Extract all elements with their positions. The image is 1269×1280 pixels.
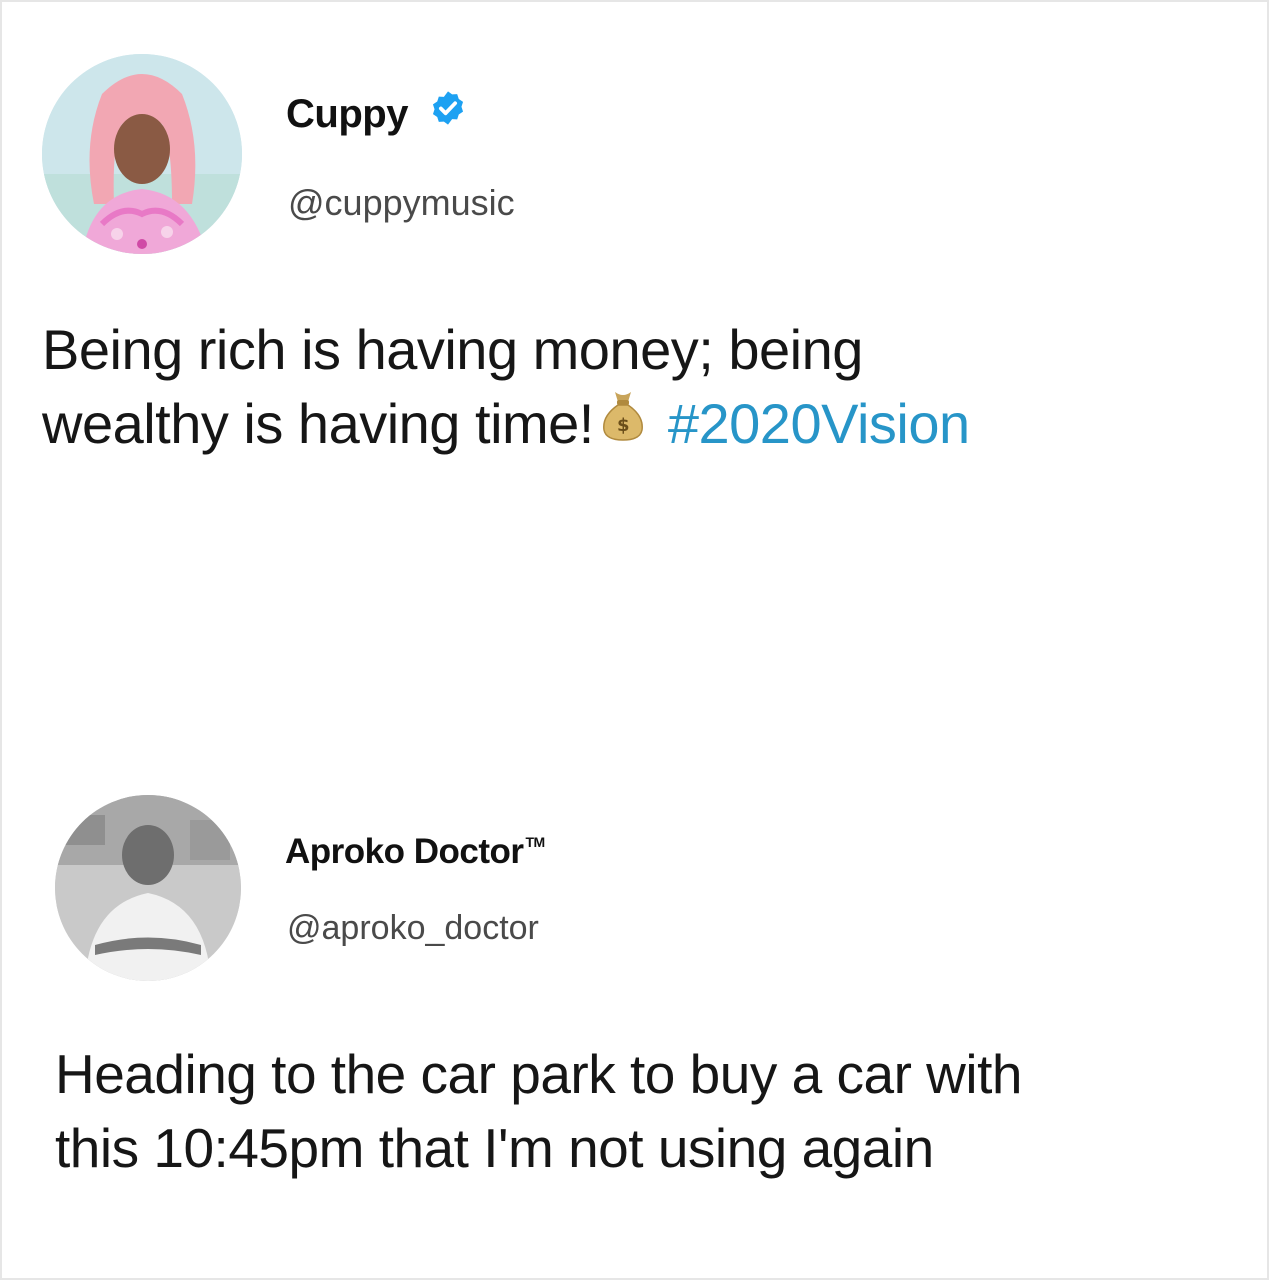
tweet-text-line: this 10:45pm that I'm not using again [55,1117,934,1179]
avatar[interactable] [55,795,241,981]
tweet-text-line-2: wealthy is having time! [42,392,594,455]
display-name[interactable]: Aproko Doctor TM [285,832,545,872]
tweet-text-line: wealthy is having time! $ #2020Vision [42,387,1262,461]
verified-badge-icon [429,89,467,137]
avatar[interactable] [42,54,242,254]
tweet-text: Heading to the car park to buy a car wit… [55,1037,1255,1185]
tweet-cuppy: Cuppy @cuppymusic Being rich is having m… [2,2,1269,562]
display-name-text: Cuppy [286,92,408,136]
tweet-text-line: Heading to the car park to buy a car wit… [55,1043,1022,1105]
money-bag-icon: $ [600,386,646,460]
display-name[interactable]: Cuppy [286,89,467,137]
svg-text:$: $ [617,415,629,436]
profile-photo-icon [55,795,241,981]
profile-photo-icon [42,54,242,254]
display-name-text: Aproko Doctor [285,832,524,871]
tweet-text-line: Being rich is having money; being [42,318,863,381]
handle[interactable]: @aproko_doctor [287,909,539,948]
trademark-symbol: TM [525,834,546,850]
screenshot-frame: Cuppy @cuppymusic Being rich is having m… [0,0,1269,1280]
hashtag-link[interactable]: #2020Vision [668,392,970,455]
tweet-aproko-doctor: Aproko Doctor TM @aproko_doctor Heading t… [2,782,1269,1262]
handle[interactable]: @cuppymusic [288,182,515,224]
tweet-text: Being rich is having money; being wealth… [42,313,1262,461]
